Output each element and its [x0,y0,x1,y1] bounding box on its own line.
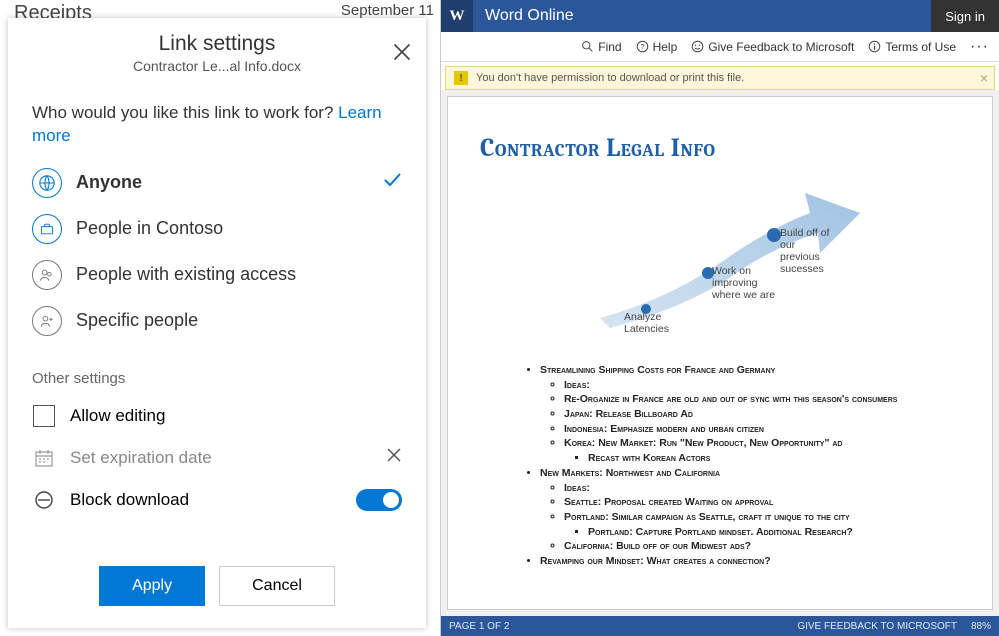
feedback-button[interactable]: Give Feedback to Microsoft [691,40,854,54]
arrow-node-c: Build off of our previous sucesses [780,227,835,275]
smile-icon [691,40,704,53]
option-existing[interactable]: People with existing access [32,252,402,298]
bullet: Seattle: Proposal created Waiting on app… [564,496,773,508]
find-label: Find [598,40,621,54]
arrow-node-b: Work on improving where we are [712,265,777,301]
status-bar: PAGE 1 OF 2 GIVE FEEDBACK TO MICROSOFT 8… [441,616,999,636]
cancel-button[interactable]: Cancel [219,566,335,606]
clear-expiration-icon[interactable] [386,447,402,468]
document-bullets: Streamlining Shipping Costs for France a… [474,363,966,569]
dialog-buttons: Apply Cancel [8,544,426,628]
more-menu-icon[interactable]: ··· [970,38,989,56]
block-download-toggle[interactable] [356,489,402,511]
bullet: Indonesia: Emphasize modern and urban ci… [564,423,764,435]
bullet: New Markets: Northwest and California [540,467,720,479]
document-canvas[interactable]: Contractor Legal Info Analyze Lat [441,90,999,616]
status-feedback[interactable]: GIVE FEEDBACK TO MICROSOFT [797,621,957,632]
checkbox-icon[interactable] [32,404,56,428]
word-app-icon: W [441,0,473,32]
option-label: People in Contoso [76,218,223,239]
people-sync-icon [32,260,62,290]
check-icon [382,170,402,195]
block-icon [32,488,56,512]
arrow-node-a: Analyze Latencies [624,311,679,335]
allow-editing-row[interactable]: Allow editing [32,395,402,437]
permission-message-bar: ! You don't have permission to download … [445,66,995,90]
option-org[interactable]: People in Contoso [32,206,402,252]
prompt-text: Who would you like this link to work for… [32,102,402,148]
share-dialog-panel: Receipts September 11 1 1 1 1 1 1 1 1 1 … [0,0,441,636]
option-specific[interactable]: Specific people [32,298,402,344]
dialog-header: Link settings Contractor Le...al Info.do… [8,18,426,84]
document-page: Contractor Legal Info Analyze Lat [447,96,993,610]
search-icon [581,40,594,53]
bullet: Recast with Korean Actors [588,452,710,464]
expiration-row[interactable]: Set expiration date [32,437,402,479]
dismiss-message-icon[interactable]: × [980,70,988,86]
doc-heading: Contractor Legal Info [480,133,966,163]
dialog-title: Link settings [26,32,408,56]
info-icon [868,40,881,53]
block-download-row: Block download [32,479,402,521]
calendar-icon [32,446,56,470]
help-icon: ? [636,40,649,53]
bullet: Ideas: [564,379,590,391]
globe-icon [32,168,62,198]
block-download-label: Block download [70,490,189,510]
option-label: Specific people [76,310,198,331]
svg-text:?: ? [640,42,644,51]
app-title: Word Online [485,7,574,25]
bullet: Revamping our Mindset: What creates a co… [540,555,771,567]
allow-editing-label: Allow editing [70,406,165,426]
bullet: Portland: Capture Portland mindset. Addi… [588,526,853,538]
briefcase-icon [32,214,62,244]
dialog-subtitle: Contractor Le...al Info.docx [26,58,408,74]
bullet: Ideas: [564,482,590,494]
word-online-panel: W Word Online Sign in Find ? Help Give F… [441,0,999,636]
sign-in-button[interactable]: Sign in [931,0,999,32]
expiration-label: Set expiration date [70,448,212,468]
close-icon[interactable] [392,42,412,62]
bullet: Korea: New Market: Run "New Product, New… [564,437,842,449]
option-label: Anyone [76,172,142,193]
zoom-level[interactable]: 88% [971,621,991,632]
link-settings-dialog: Link settings Contractor Le...al Info.do… [8,18,426,628]
bg-date: September 11 [341,2,434,19]
help-button[interactable]: ? Help [636,40,678,54]
prompt-label: Who would you like this link to work for… [32,103,338,122]
permission-message: You don't have permission to download or… [476,72,744,84]
feedback-label: Give Feedback to Microsoft [708,40,854,54]
page-indicator[interactable]: PAGE 1 OF 2 [449,621,509,632]
bullet: Re-Organize in France are old and out of… [564,393,897,405]
option-label: People with existing access [76,264,296,285]
command-bar: Find ? Help Give Feedback to Microsoft T… [441,32,999,62]
people-add-icon [32,306,62,336]
terms-button[interactable]: Terms of Use [868,40,956,54]
bullet: Portland: Similar campaign as Seattle, c… [564,511,850,523]
titlebar: W Word Online Sign in [441,0,999,32]
apply-button[interactable]: Apply [99,566,205,606]
option-anyone[interactable]: Anyone [32,160,402,206]
warning-icon: ! [454,71,468,85]
terms-label: Terms of Use [885,40,956,54]
bullet: Streamlining Shipping Costs for France a… [540,364,775,376]
find-button[interactable]: Find [581,40,621,54]
help-label: Help [653,40,678,54]
bullet: California: Build off of our Midwest ads… [564,540,751,552]
other-settings-header: Other settings [32,370,402,387]
arrow-graphic: Analyze Latencies Work on improving wher… [560,183,880,333]
bullet: Japan: Release Billboard Ad [564,408,693,420]
